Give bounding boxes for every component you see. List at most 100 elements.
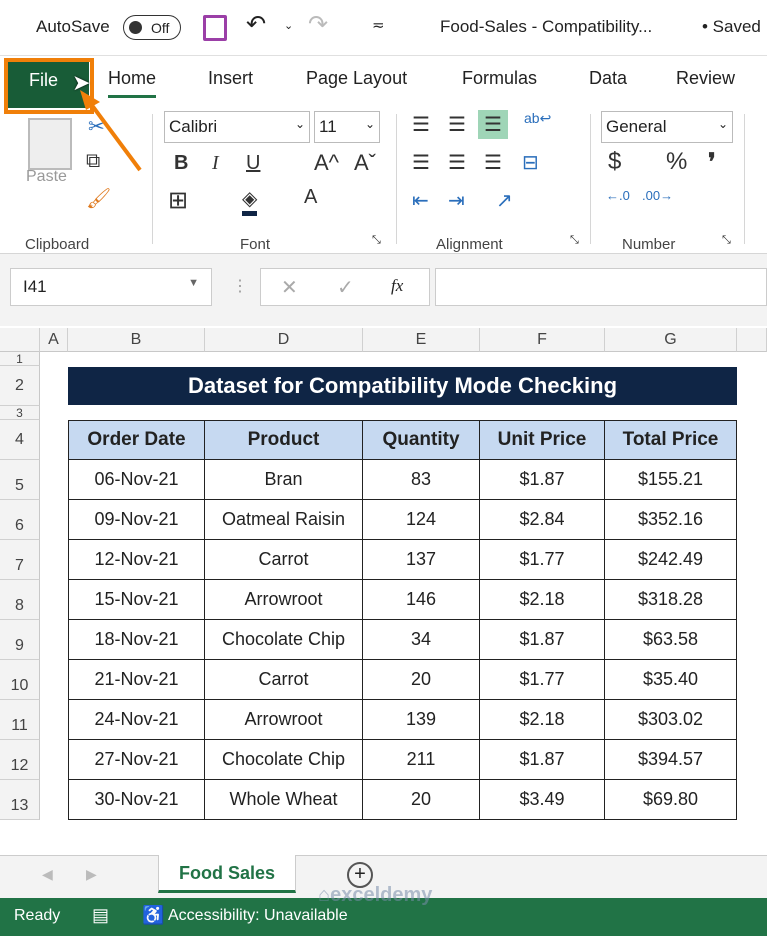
- dialog-launcher-icon[interactable]: ⤡: [570, 234, 579, 247]
- column-header[interactable]: [737, 328, 767, 352]
- table-cell[interactable]: 24-Nov-21: [68, 700, 205, 740]
- table-cell[interactable]: 30-Nov-21: [68, 780, 205, 820]
- undo-dropdown-icon[interactable]: ⌄: [284, 19, 293, 32]
- percent-button[interactable]: %: [666, 148, 687, 176]
- top-align-icon[interactable]: ☰: [412, 112, 430, 137]
- align-center-icon[interactable]: ☰: [448, 150, 466, 175]
- sheet-tab-food-sales[interactable]: Food Sales: [158, 855, 296, 893]
- table-header-cell[interactable]: Quantity: [363, 420, 480, 460]
- table-cell[interactable]: $1.87: [480, 740, 605, 780]
- table-cell[interactable]: 27-Nov-21: [68, 740, 205, 780]
- customize-qat-icon[interactable]: ≂: [372, 16, 385, 34]
- macro-record-icon[interactable]: ▤: [92, 905, 109, 926]
- column-header[interactable]: F: [480, 328, 605, 352]
- row-header[interactable]: 4: [0, 420, 40, 460]
- table-cell[interactable]: $242.49: [605, 540, 737, 580]
- tab-review[interactable]: Review: [676, 68, 735, 89]
- bold-button[interactable]: B: [174, 152, 188, 175]
- table-cell[interactable]: Oatmeal Raisin: [205, 500, 363, 540]
- table-cell[interactable]: $303.02: [605, 700, 737, 740]
- tab-page-layout[interactable]: Page Layout: [306, 68, 407, 89]
- increase-decimal-icon[interactable]: ←.0: [606, 188, 630, 203]
- table-cell[interactable]: $2.84: [480, 500, 605, 540]
- row-header[interactable]: 9: [0, 620, 40, 660]
- select-all-corner[interactable]: [0, 328, 40, 352]
- tab-insert[interactable]: Insert: [208, 68, 253, 89]
- table-cell[interactable]: Chocolate Chip: [205, 620, 363, 660]
- table-cell[interactable]: 21-Nov-21: [68, 660, 205, 700]
- table-cell[interactable]: 146: [363, 580, 480, 620]
- comma-style-button[interactable]: ❜: [708, 148, 716, 177]
- column-header[interactable]: D: [205, 328, 363, 352]
- accessibility-icon[interactable]: ♿: [142, 905, 164, 926]
- wrap-text-icon[interactable]: ab↩: [524, 110, 551, 127]
- table-cell[interactable]: $394.57: [605, 740, 737, 780]
- table-cell[interactable]: 06-Nov-21: [68, 460, 205, 500]
- table-cell[interactable]: Bran: [205, 460, 363, 500]
- shrink-font-button[interactable]: Aˇ: [354, 150, 376, 176]
- dialog-launcher-icon[interactable]: ⤡: [722, 234, 731, 247]
- row-header[interactable]: 10: [0, 660, 40, 700]
- table-header-cell[interactable]: Product: [205, 420, 363, 460]
- decrease-decimal-icon[interactable]: .00→: [642, 188, 673, 203]
- underline-button[interactable]: U: [246, 152, 260, 175]
- borders-icon[interactable]: ⊞: [168, 186, 188, 215]
- row-header[interactable]: 7: [0, 540, 40, 580]
- table-cell[interactable]: 83: [363, 460, 480, 500]
- row-header[interactable]: 2: [0, 366, 40, 406]
- redo-icon[interactable]: ↷: [308, 10, 328, 39]
- table-cell[interactable]: 12-Nov-21: [68, 540, 205, 580]
- grow-font-button[interactable]: A^: [314, 150, 339, 176]
- currency-button[interactable]: $: [608, 148, 621, 176]
- cancel-icon[interactable]: ✕: [281, 275, 298, 300]
- table-cell[interactable]: $1.87: [480, 620, 605, 660]
- number-format-select[interactable]: General ⌄: [601, 111, 733, 143]
- table-header-cell[interactable]: Order Date: [68, 420, 205, 460]
- table-cell[interactable]: 124: [363, 500, 480, 540]
- table-cell[interactable]: $352.16: [605, 500, 737, 540]
- table-cell[interactable]: $2.18: [480, 700, 605, 740]
- table-cell[interactable]: 20: [363, 780, 480, 820]
- table-cell[interactable]: $1.77: [480, 540, 605, 580]
- table-cell[interactable]: Arrowroot: [205, 580, 363, 620]
- table-cell[interactable]: Arrowroot: [205, 700, 363, 740]
- table-cell[interactable]: 137: [363, 540, 480, 580]
- scroll-left-icon[interactable]: ◀: [42, 866, 53, 883]
- table-cell[interactable]: Whole Wheat: [205, 780, 363, 820]
- italic-button[interactable]: I: [212, 152, 219, 175]
- table-cell[interactable]: 139: [363, 700, 480, 740]
- bottom-align-icon[interactable]: ☰: [478, 110, 508, 139]
- table-cell[interactable]: 34: [363, 620, 480, 660]
- font-name-select[interactable]: Calibri ⌄: [164, 111, 310, 143]
- table-cell[interactable]: $155.21: [605, 460, 737, 500]
- decrease-indent-icon[interactable]: ⇤: [412, 188, 429, 213]
- tab-data[interactable]: Data: [589, 68, 627, 89]
- table-cell[interactable]: $3.49: [480, 780, 605, 820]
- name-box[interactable]: I41 ▼: [10, 268, 212, 306]
- table-cell[interactable]: $35.40: [605, 660, 737, 700]
- font-size-select[interactable]: 11 ⌄: [314, 111, 380, 143]
- table-cell[interactable]: 211: [363, 740, 480, 780]
- autosave-toggle[interactable]: Off: [123, 15, 181, 40]
- table-cell[interactable]: 20: [363, 660, 480, 700]
- table-cell[interactable]: 09-Nov-21: [68, 500, 205, 540]
- row-header[interactable]: 1: [0, 352, 40, 366]
- table-cell[interactable]: 18-Nov-21: [68, 620, 205, 660]
- table-cell[interactable]: $69.80: [605, 780, 737, 820]
- save-icon[interactable]: [203, 15, 227, 41]
- undo-icon[interactable]: ↶: [246, 10, 266, 39]
- table-cell[interactable]: Chocolate Chip: [205, 740, 363, 780]
- row-header[interactable]: 6: [0, 500, 40, 540]
- table-header-cell[interactable]: Unit Price: [480, 420, 605, 460]
- column-header[interactable]: A: [40, 328, 68, 352]
- table-cell[interactable]: 15-Nov-21: [68, 580, 205, 620]
- enter-icon[interactable]: ✓: [337, 275, 354, 300]
- font-color-button[interactable]: A: [304, 186, 317, 209]
- table-cell[interactable]: $63.58: [605, 620, 737, 660]
- middle-align-icon[interactable]: ☰: [448, 112, 466, 137]
- row-header[interactable]: 3: [0, 406, 40, 420]
- align-left-icon[interactable]: ☰: [412, 150, 430, 175]
- worksheet-grid[interactable]: A B D E F G 1 2 3 4 5 6 7 8 9 10 11 12 13 Dataset for Compa…: [0, 328, 767, 855]
- column-header[interactable]: G: [605, 328, 737, 352]
- table-header-cell[interactable]: Total Price: [605, 420, 737, 460]
